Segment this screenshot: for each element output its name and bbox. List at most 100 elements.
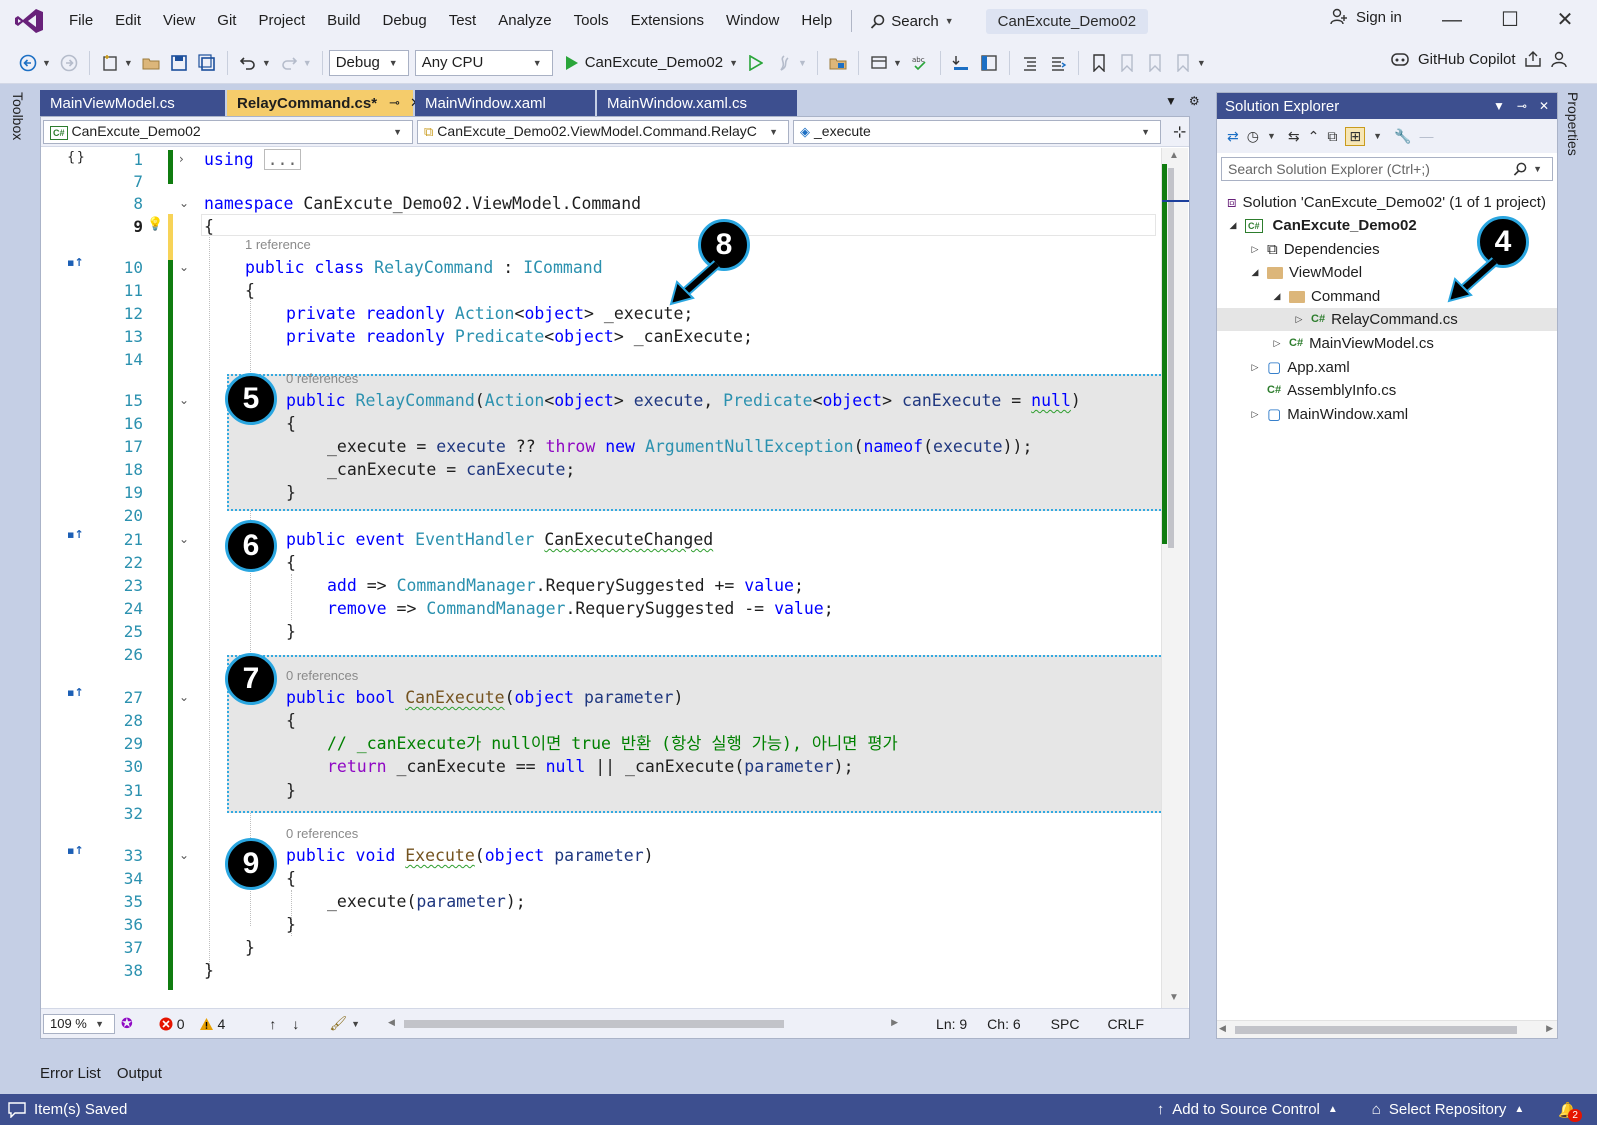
close-window-button[interactable]: ✕	[1545, 6, 1585, 34]
solution-explorer-search[interactable]: Search Solution Explorer (Ctrl+;) ▼	[1221, 157, 1553, 181]
undo-icon[interactable]	[237, 52, 259, 74]
scroll-down-icon[interactable]: ▼	[1169, 992, 1179, 1003]
switch-views-icon[interactable]: ⇄	[1227, 128, 1239, 145]
scroll-thumb[interactable]	[1168, 168, 1174, 548]
pin-icon[interactable]: ⊸	[389, 95, 400, 111]
notifications-button[interactable]: 🔔 2	[1558, 1101, 1582, 1122]
next-issue-icon[interactable]: ↓	[292, 1016, 299, 1032]
expanded-triangle-icon[interactable]: ◢	[1271, 285, 1283, 308]
tree-folder-viewmodel[interactable]: ◢ ViewModel	[1249, 261, 1363, 284]
chevron-down-icon[interactable]: ▼	[1197, 58, 1206, 68]
chevron-down-icon[interactable]: ▼	[1533, 164, 1542, 174]
scroll-up-icon[interactable]: ▲	[1169, 150, 1179, 161]
tree-file-app-xaml[interactable]: ▷ ▢ App.xaml	[1249, 356, 1350, 379]
sign-in-button[interactable]: Sign in	[1330, 8, 1402, 26]
code-cleanup-icon[interactable]: 🖌	[329, 1015, 347, 1032]
horizontal-scrollbar[interactable]: ◀ ▶	[1217, 1020, 1557, 1038]
chevron-down-icon[interactable]: ▼	[893, 58, 902, 68]
properties-wrench-icon[interactable]: 🔧	[1394, 128, 1411, 145]
tree-file-assemblyinfo[interactable]: C# AssemblyInfo.cs	[1267, 379, 1396, 402]
error-count[interactable]: 0	[159, 1016, 185, 1032]
sync-active-document-icon[interactable]: ⇆	[1288, 128, 1300, 145]
pending-changes-icon[interactable]: ◷	[1247, 128, 1259, 145]
chevron-down-icon[interactable]: ▼	[1373, 131, 1382, 141]
menu-test[interactable]: Test	[438, 6, 488, 36]
implements-icon[interactable]: ▪↑	[67, 844, 84, 857]
browse-folder-icon[interactable]	[827, 52, 849, 74]
scroll-thumb[interactable]	[404, 1019, 785, 1028]
collapse-all-icon[interactable]: ⌃	[1308, 128, 1320, 145]
tab-output[interactable]: Output	[117, 1065, 162, 1082]
codelens-references[interactable]: 0 references	[286, 825, 358, 843]
menu-analyze[interactable]: Analyze	[487, 6, 562, 36]
collapse-chevron-icon[interactable]: ⌄	[179, 393, 189, 407]
line-ending[interactable]: CRLF	[1107, 1016, 1144, 1032]
codelens-references[interactable]: 0 references	[286, 667, 358, 685]
next-bookmark-icon[interactable]	[1144, 52, 1166, 74]
collapsed-triangle-icon[interactable]: ▷	[1249, 356, 1261, 379]
code-editor[interactable]: C# CanExcute_Demo02 ▼ ⧉ CanExcute_Demo02.V…	[40, 116, 1190, 1039]
tree-file-mainwindow-xaml[interactable]: ▷ ▢ MainWindow.xaml	[1249, 403, 1409, 426]
window-position-icon[interactable]: ▼	[1493, 99, 1505, 113]
collapse-chevron-icon[interactable]: ⌄	[179, 848, 189, 862]
toolbox-tab[interactable]: Toolbox	[10, 92, 26, 140]
tab-mainviewmodel[interactable]: MainViewModel.cs	[40, 90, 225, 116]
zoom-select[interactable]: 109 % ▼	[43, 1013, 115, 1034]
close-icon[interactable]: ✕	[1539, 99, 1549, 113]
tab-relaycommand[interactable]: RelayCommand.cs* ⊸ ✕	[227, 90, 421, 116]
search-menu[interactable]: Search ▼	[860, 13, 967, 30]
tab-list-dropdown-icon[interactable]: ▼	[1165, 94, 1177, 108]
expanded-triangle-icon[interactable]: ◢	[1249, 261, 1261, 284]
scroll-left-icon[interactable]: ◀	[388, 1017, 395, 1028]
toggle-panel-icon[interactable]	[978, 52, 1000, 74]
implements-icon[interactable]: ▪↑	[67, 256, 84, 269]
spell-check-icon[interactable]: abc	[909, 52, 931, 74]
intellicode-icon[interactable]: ✪	[121, 1015, 133, 1032]
tree-project[interactable]: ◢ C# CanExcute_Demo02	[1227, 214, 1417, 237]
warning-count[interactable]: 4	[199, 1016, 225, 1032]
chevron-down-icon[interactable]: ▼	[1267, 131, 1276, 141]
collapsed-triangle-icon[interactable]: ▷	[1271, 332, 1283, 355]
tree-folder-command[interactable]: ◢ Command	[1271, 285, 1381, 308]
menu-view[interactable]: View	[152, 6, 206, 36]
chevron-down-icon[interactable]: ▼	[262, 58, 271, 68]
open-folder-icon[interactable]	[140, 52, 162, 74]
window-layout-icon[interactable]	[868, 52, 890, 74]
chevron-down-icon[interactable]: ▼	[351, 1019, 360, 1029]
implements-icon[interactable]: ▪↑	[67, 528, 84, 541]
vertical-scrollbar[interactable]: ▲ ▼	[1161, 148, 1189, 1008]
step-into-icon[interactable]	[950, 52, 972, 74]
expanded-triangle-icon[interactable]: ◢	[1227, 214, 1239, 237]
message-icon[interactable]	[8, 1101, 26, 1118]
previous-bookmark-icon[interactable]	[1116, 52, 1138, 74]
menu-debug[interactable]: Debug	[372, 6, 438, 36]
scroll-thumb[interactable]	[1235, 1026, 1517, 1034]
code-area[interactable]: { } 1 › using ... 7 8 ⌄ namespace CanExc…	[41, 148, 1161, 1008]
tab-settings-gear-icon[interactable]: ⚙	[1189, 94, 1200, 108]
menu-help[interactable]: Help	[790, 6, 843, 36]
expand-chevron-icon[interactable]: ›	[179, 152, 184, 166]
collapsed-usings[interactable]: ...	[263, 149, 302, 170]
collapse-chevron-icon[interactable]: ⌄	[179, 196, 189, 210]
tree-file-mainviewmodel[interactable]: ▷ C# MainViewModel.cs	[1271, 332, 1434, 355]
start-debugging-button[interactable]: CanExcute_Demo02 ▼	[565, 54, 742, 71]
bookmark-icon[interactable]	[1088, 52, 1110, 74]
collapsed-triangle-icon[interactable]: ▷	[1249, 238, 1261, 261]
preview-selected-icon[interactable]: ⊞	[1345, 126, 1366, 146]
previous-issue-icon[interactable]: ↑	[269, 1016, 276, 1032]
chevron-down-icon[interactable]: ▼	[798, 58, 807, 68]
comment-lines-icon[interactable]	[1019, 52, 1041, 74]
codelens-references[interactable]: 1 reference	[245, 236, 311, 254]
collapsed-triangle-icon[interactable]: ▷	[1249, 403, 1261, 426]
save-all-icon[interactable]	[196, 52, 218, 74]
collapse-chevron-icon[interactable]: ⌄	[179, 690, 189, 704]
menu-extensions[interactable]: Extensions	[620, 6, 715, 36]
add-to-source-control-button[interactable]: ↑ Add to Source Control ▲	[1157, 1101, 1338, 1118]
minimize-button[interactable]: —	[1432, 6, 1472, 34]
new-project-icon[interactable]	[99, 52, 121, 74]
menu-file[interactable]: File	[58, 6, 104, 36]
indentation-mode[interactable]: SPC	[1051, 1016, 1080, 1032]
split-window-icon[interactable]: ⊹	[1173, 122, 1186, 142]
uncomment-lines-icon[interactable]	[1047, 52, 1069, 74]
menu-edit[interactable]: Edit	[104, 6, 152, 36]
